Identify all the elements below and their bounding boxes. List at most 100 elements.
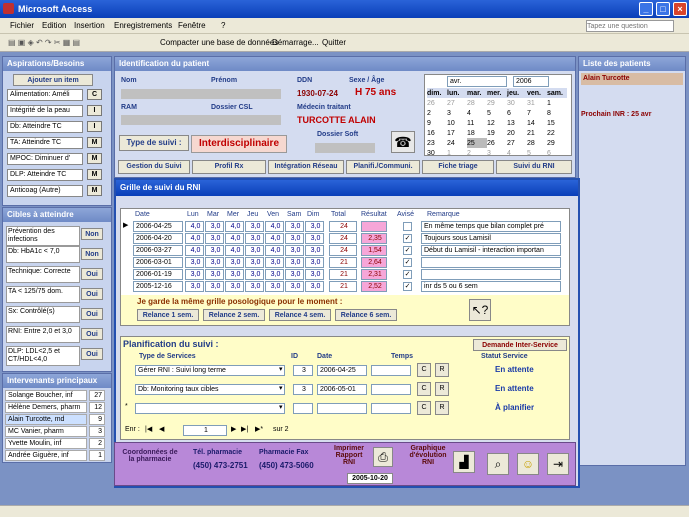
aspiration-code-button[interactable]: C	[87, 89, 102, 100]
calendar-day[interactable]: 26	[427, 98, 447, 108]
calendar-day[interactable]: 30	[507, 98, 527, 108]
calendar-day[interactable]: 16	[427, 128, 447, 138]
rni-dose[interactable]: 3,0	[185, 269, 204, 280]
rni-dose[interactable]: 3,0	[245, 233, 264, 244]
rni-dose[interactable]: 4,0	[225, 245, 244, 256]
rni-avise-checkbox[interactable]: ✓	[403, 282, 412, 291]
exit-icon[interactable]: ⇥	[547, 453, 569, 475]
rni-result[interactable]: 2,64	[361, 257, 387, 268]
menu-help[interactable]: ?	[221, 21, 225, 30]
calendar-day[interactable]: 23	[427, 138, 447, 148]
planif-id[interactable]	[293, 403, 313, 414]
calendar-day[interactable]: 3	[447, 108, 467, 118]
calendar-day[interactable]: 22	[547, 128, 567, 138]
nav-profil-rx[interactable]: Profil Rx	[192, 160, 266, 174]
menu-enregistrements[interactable]: Enregistrements	[114, 21, 172, 30]
cible-value-button[interactable]: Oui	[81, 308, 103, 320]
calendar-year-select[interactable]: 2006	[513, 76, 549, 87]
rni-remarque[interactable]: inr ds 5 ou 6 sem	[421, 281, 561, 292]
calendar-day[interactable]: 25	[467, 138, 487, 148]
calendar-day[interactable]: 17	[447, 128, 467, 138]
calendar-day[interactable]: 29	[547, 138, 567, 148]
calendar-day[interactable]: 2	[467, 148, 487, 158]
ram-field[interactable]	[121, 115, 281, 125]
nav-gestion-suivi[interactable]: Gestion du Suivi	[118, 160, 190, 174]
nav-current-record[interactable]: 1	[183, 425, 227, 436]
aspiration-item[interactable]: Db: Atteindre TC	[7, 121, 83, 133]
relance-button[interactable]: Relance 6 sem.	[335, 309, 397, 321]
rni-remarque[interactable]	[421, 269, 561, 280]
rni-dose[interactable]: 4,0	[225, 233, 244, 244]
planif-c-button[interactable]: C	[417, 401, 431, 415]
calendar-day[interactable]: 21	[527, 128, 547, 138]
search-icon[interactable]: ⌕	[487, 453, 509, 475]
rni-dose[interactable]: 3,0	[285, 233, 304, 244]
rni-remarque[interactable]: En même temps que bilan complet pré	[421, 221, 561, 232]
calendar-day[interactable]: 19	[487, 128, 507, 138]
aspiration-code-button[interactable]: I	[87, 105, 102, 116]
cible-value-button[interactable]: Non	[81, 228, 103, 240]
rni-dose[interactable]: 3,0	[245, 257, 264, 268]
nav-suivi-rni[interactable]: Suivi du RNI	[496, 160, 572, 174]
chart-icon[interactable]: ▟	[453, 451, 475, 473]
nav-first-icon[interactable]: |◀	[145, 425, 152, 433]
planif-time[interactable]	[371, 403, 411, 414]
rni-dose[interactable]: 4,0	[265, 245, 284, 256]
cible-value-button[interactable]: Oui	[81, 268, 103, 280]
rni-dose[interactable]: 3,0	[225, 281, 244, 292]
nav-planifi[interactable]: Planifi./Communi.	[346, 160, 420, 174]
rni-dose[interactable]: 3,0	[265, 257, 284, 268]
calendar-day[interactable]: 29	[487, 98, 507, 108]
rni-dose[interactable]: 3,0	[305, 281, 324, 292]
rni-dose[interactable]: 3,0	[285, 281, 304, 292]
rni-dose[interactable]: 3,0	[205, 233, 224, 244]
rni-avise-checkbox[interactable]: ✓	[403, 258, 412, 267]
rni-result[interactable]: 2,31	[361, 269, 387, 280]
planif-date[interactable]: 2006-04-25	[317, 365, 367, 376]
rni-dose[interactable]: 3,0	[305, 269, 324, 280]
rni-dose[interactable]: 4,0	[185, 245, 204, 256]
calendar-month-select[interactable]: avr.	[447, 76, 507, 87]
planif-type-select[interactable]: Gérer RNI : Suivi long terme	[135, 365, 285, 376]
rni-dose[interactable]: 3,0	[305, 233, 324, 244]
calendar-day[interactable]: 13	[507, 118, 527, 128]
rni-avise-checkbox[interactable]	[403, 222, 412, 231]
planif-r-button[interactable]: R	[435, 363, 449, 377]
aspiration-item[interactable]: MPOC: Diminuer d'	[7, 153, 83, 165]
rni-dose[interactable]: 3,0	[245, 269, 264, 280]
rni-dose[interactable]: 3,0	[225, 269, 244, 280]
planif-type-select[interactable]: Db: Monitoring taux cibles	[135, 384, 285, 395]
planif-id[interactable]: 3	[293, 384, 313, 395]
rni-dose[interactable]: 3,0	[285, 269, 304, 280]
calendar-day[interactable]: 31	[527, 98, 547, 108]
rni-date[interactable]: 2006-04-25	[133, 221, 183, 232]
relance-button[interactable]: Relance 2 sem.	[203, 309, 265, 321]
nav-next-icon[interactable]: ▶	[231, 425, 236, 433]
rni-dose[interactable]: 3,0	[245, 221, 264, 232]
current-patient[interactable]: Alain Turcotte	[581, 73, 683, 85]
aspiration-code-button[interactable]: I	[87, 121, 102, 132]
planif-id[interactable]: 3	[293, 365, 313, 376]
calendar[interactable]: avr. 2006 dim. lun. mar. mer. jeu. ven. sam. 26…	[424, 74, 572, 158]
rni-dose[interactable]: 3,0	[305, 245, 324, 256]
planif-date[interactable]: 2006-05-01	[317, 384, 367, 395]
relance-button[interactable]: Relance 1 sem.	[137, 309, 199, 321]
rni-result[interactable]	[361, 221, 387, 232]
menu-fichier[interactable]: Fichier	[10, 21, 34, 30]
help-question-input[interactable]	[586, 20, 674, 32]
rni-dose[interactable]: 3,0	[205, 269, 224, 280]
intervenant-name[interactable]: MC Vanier, pharm	[5, 426, 87, 437]
calendar-day[interactable]: 18	[467, 128, 487, 138]
planif-date[interactable]	[317, 403, 367, 414]
cible-value-button[interactable]: Oui	[81, 288, 103, 300]
calendar-day[interactable]: 28	[467, 98, 487, 108]
rni-avise-checkbox[interactable]: ✓	[403, 234, 412, 243]
calendar-day[interactable]: 26	[487, 138, 507, 148]
nav-fiche-triage[interactable]: Fiche triage	[422, 160, 494, 174]
calendar-day[interactable]: 30	[427, 148, 447, 158]
cible-value-button[interactable]: Non	[81, 248, 103, 260]
rni-date[interactable]: 2006-01-19	[133, 269, 183, 280]
planif-r-button[interactable]: R	[435, 401, 449, 415]
rni-date[interactable]: 2006-03-27	[133, 245, 183, 256]
rni-date[interactable]: 2006-04-20	[133, 233, 183, 244]
